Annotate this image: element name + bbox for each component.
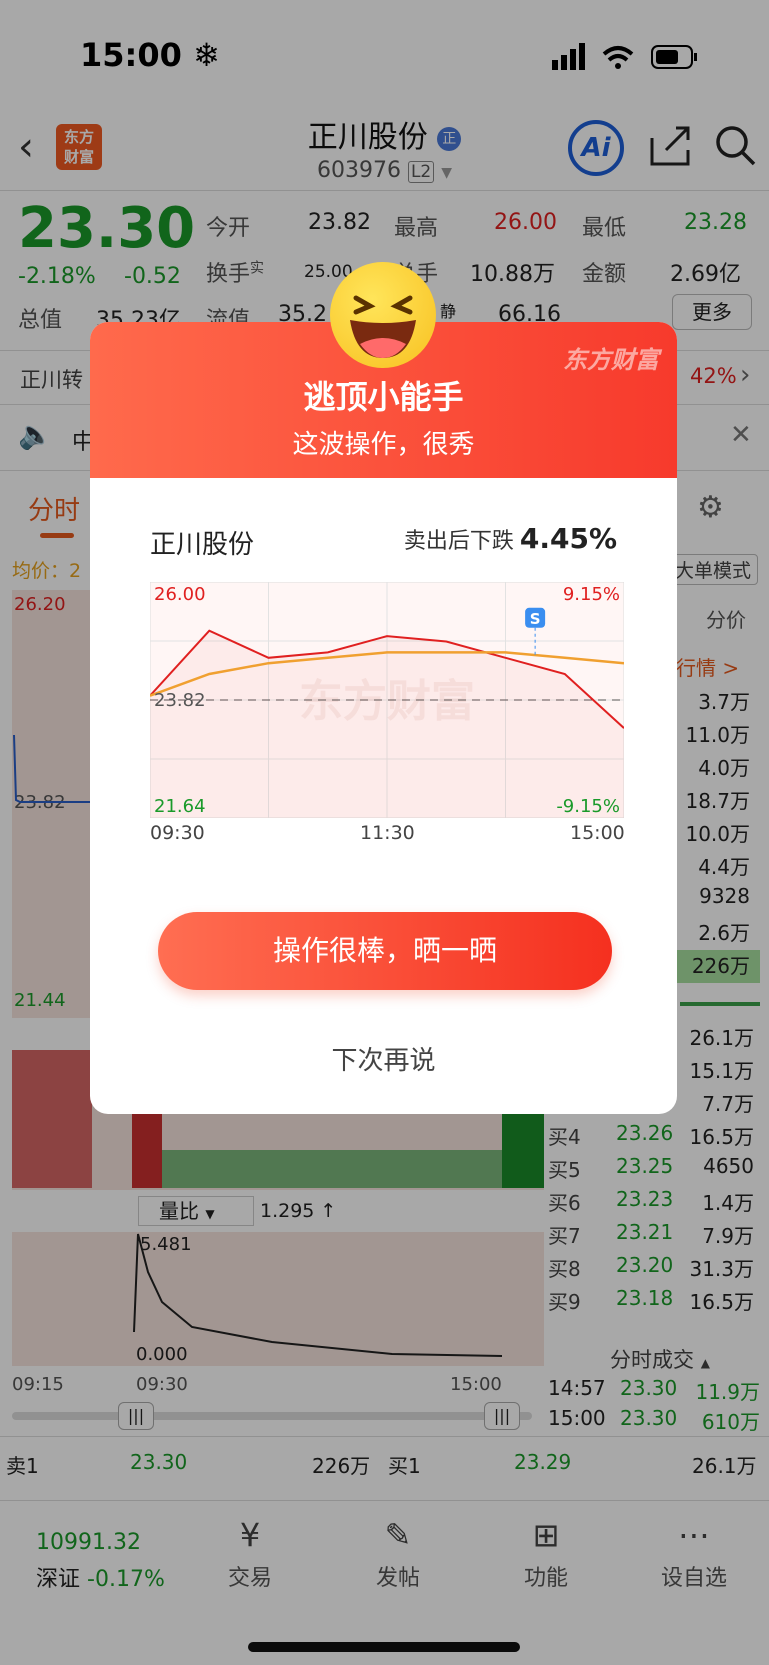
y-label-top: 26.00 [154, 584, 206, 605]
modal-subtitle: 这波操作，很秀 [292, 430, 475, 460]
share-button[interactable]: 操作很棒，晒一晒 [158, 912, 612, 990]
modal-stock-name: 正川股份 [150, 530, 255, 560]
x-label-open: 09:30 [150, 822, 205, 844]
x-label-mid: 11:30 [360, 822, 415, 844]
pct-label-top: 9.15% [563, 584, 620, 605]
modal-title: 逃顶小能手 [303, 378, 464, 416]
laughing-emoji-icon [330, 262, 436, 368]
modal-chart: 东方财富S26.0023.8221.649.15%-9.15% [149, 581, 625, 822]
brand-watermark: 东方财富 [563, 346, 659, 374]
sell-marker-label: S [530, 610, 541, 628]
later-button[interactable]: 下次再说 [90, 1040, 677, 1077]
x-label-close: 15:00 [570, 822, 625, 844]
modal-drop-info: 卖出后下跌 4.45% [403, 522, 617, 555]
y-label-ref: 23.82 [154, 690, 206, 711]
pct-label-bottom: -9.15% [556, 796, 620, 817]
promo-modal: 东方财富 逃顶小能手 这波操作，很秀 正川股份 卖出后下跌4.45% 东方财富S… [90, 322, 677, 1114]
y-label-bottom: 21.64 [154, 796, 206, 817]
intraday-chart: 东方财富S26.0023.8221.649.15%-9.15% [149, 581, 625, 819]
